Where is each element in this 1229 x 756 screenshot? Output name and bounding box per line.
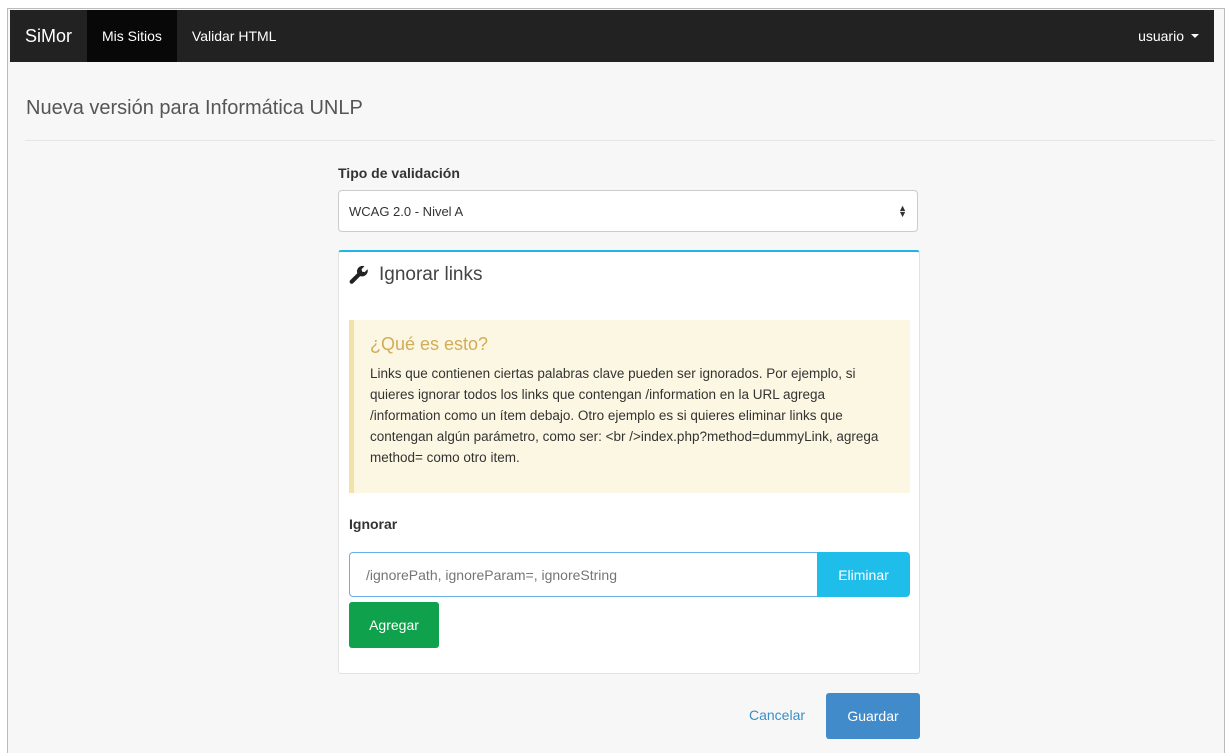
ignore-input-group: Eliminar xyxy=(349,552,910,597)
remove-button[interactable]: Eliminar xyxy=(817,552,910,597)
user-menu[interactable]: usuario xyxy=(1123,10,1214,62)
ignore-input[interactable] xyxy=(349,552,817,597)
page-title: Nueva versión para Informática UNLP xyxy=(26,97,363,119)
caret-down-icon xyxy=(1191,34,1199,38)
nav-item-mis-sitios[interactable]: Mis Sitios xyxy=(87,10,177,62)
validation-type-value: WCAG 2.0 - Nivel A xyxy=(349,203,464,219)
title-divider xyxy=(25,140,1215,141)
add-button[interactable]: Agregar xyxy=(349,602,439,648)
callout-title: ¿Qué es esto? xyxy=(370,334,489,354)
brand-logo[interactable]: SiMor xyxy=(10,10,87,62)
callout-text: Links que contienen ciertas palabras cla… xyxy=(370,366,879,465)
user-menu-label: usuario xyxy=(1138,28,1184,44)
save-button[interactable]: Guardar xyxy=(826,693,920,739)
select-arrows-icon: ▲ ▼ xyxy=(898,203,907,219)
ignore-links-panel: Ignorar links ¿Qué es esto? Links que co… xyxy=(338,250,920,674)
info-callout: ¿Qué es esto? Links que contienen cierta… xyxy=(349,320,910,493)
wrench-icon xyxy=(349,265,368,284)
cancel-link[interactable]: Cancelar xyxy=(749,707,805,723)
panel-heading: Ignorar links xyxy=(349,264,483,286)
panel-title: Ignorar links xyxy=(379,264,483,285)
top-navbar: SiMor Mis Sitios Validar HTML usuario xyxy=(10,10,1214,62)
validation-type-label: Tipo de validación xyxy=(338,165,460,181)
ignore-label: Ignorar xyxy=(349,516,398,532)
validation-type-select[interactable]: WCAG 2.0 - Nivel A ▲ ▼ xyxy=(338,190,918,232)
nav-item-validar-html[interactable]: Validar HTML xyxy=(177,10,292,62)
